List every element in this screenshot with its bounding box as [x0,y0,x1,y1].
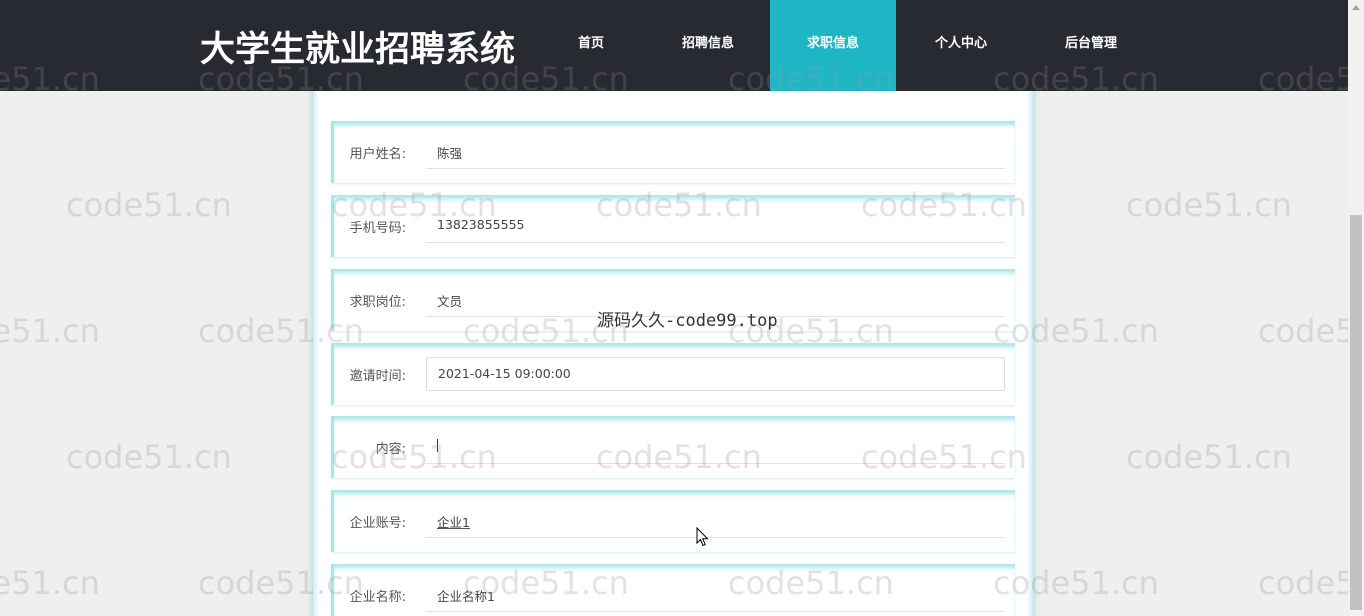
company-name-label: 企业名称: [349,590,406,605]
top-header: 大学生就业招聘系统 首页 招聘信息 求职信息 个人中心 后台管理 [0,0,1348,91]
company-account-label: 企业账号: [349,516,406,531]
form-row-company-account: 企业账号: 企业1 [331,490,1015,552]
page: 用户姓名: 陈强 手机号码: 13823855555 求职岗位: 文员 邀请时间… [0,0,1364,616]
watermark-text: code51.cn [66,438,232,476]
content-label: 内容: [375,442,406,457]
watermark-text: code51.cn [1126,438,1292,476]
mouse-pointer-icon [696,527,709,547]
scroll-up-arrow-icon[interactable] [1352,5,1360,10]
watermark-text: code51.cn [1126,186,1292,224]
form-row-invite-time: 邀请时间: 2021-04-15 09:00:00 [331,343,1015,405]
username-field[interactable]: 陈强 [426,135,1005,169]
form-row-content: 内容: [331,416,1015,478]
site-title[interactable]: 大学生就业招聘系统 [200,21,515,72]
form-row-phone: 手机号码: 13823855555 [331,195,1015,257]
nav-job-postings[interactable]: 招聘信息 [672,0,744,91]
watermark-text: code51.cn [0,312,100,350]
nav-home[interactable]: 首页 [560,0,622,91]
nav-job-seeking[interactable]: 求职信息 [770,0,896,91]
username-label: 用户姓名: [349,147,406,162]
phone-field[interactable]: 13823855555 [426,209,1005,243]
phone-label: 手机号码: [349,221,406,236]
position-label: 求职岗位: [349,295,406,310]
form-row-company-name: 企业名称: 企业名称1 [331,564,1015,616]
scroll-thumb[interactable] [1350,215,1362,610]
company-account-value[interactable]: 企业1 [437,515,470,530]
text-caret [437,439,438,452]
nav-admin[interactable]: 后台管理 [1055,0,1127,91]
nav-personal-center[interactable]: 个人中心 [925,0,997,91]
vertical-scrollbar[interactable] [1348,0,1364,616]
center-watermark: 源码久久-code99.top [597,311,778,331]
content-input[interactable] [426,430,1005,464]
invite-time-input[interactable]: 2021-04-15 09:00:00 [426,357,1005,391]
invite-time-label: 邀请时间: [349,369,406,384]
company-name-field[interactable]: 企业名称1 [426,578,1005,612]
watermark-text: code51.cn [0,564,100,602]
form-row-username: 用户姓名: 陈强 [331,121,1015,183]
watermark-text: code51.cn [66,186,232,224]
company-account-field[interactable]: 企业1 [426,504,1005,538]
